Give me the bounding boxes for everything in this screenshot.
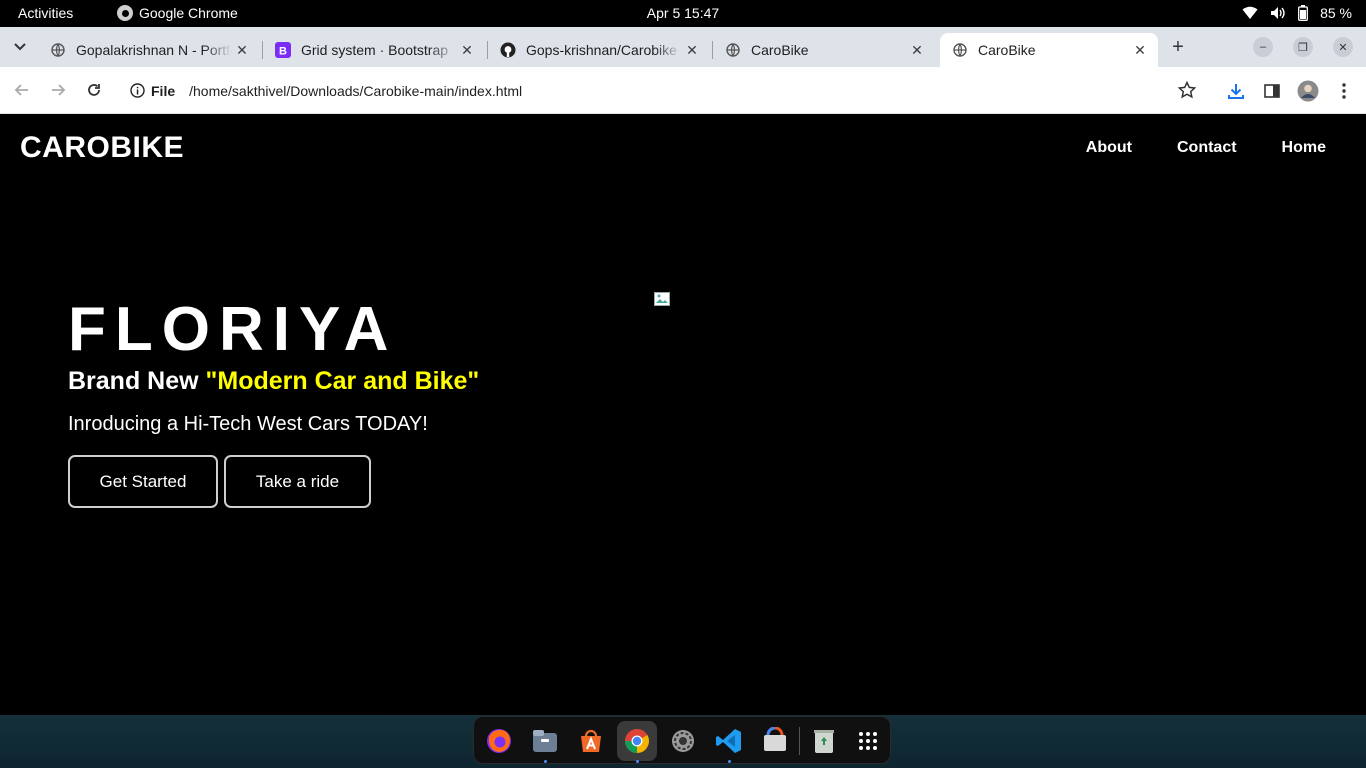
site-info-button[interactable]: File xyxy=(130,83,175,99)
arrow-left-icon xyxy=(14,84,28,96)
trash-icon xyxy=(814,730,834,753)
nav-contact[interactable]: Contact xyxy=(1177,139,1237,157)
tab-title: Grid system · Bootstrap xyxy=(301,42,449,58)
globe-icon xyxy=(952,42,968,58)
bootstrap-icon: B xyxy=(275,42,291,58)
dock-trash[interactable] xyxy=(804,721,844,761)
hero-tagline: Inroducing a Hi-Tech West Cars TODAY! xyxy=(68,413,428,435)
chrome-menu-button[interactable] xyxy=(1332,79,1356,103)
tab-title: CaroBike xyxy=(751,42,809,58)
firefox-icon xyxy=(487,729,511,753)
chevron-down-icon xyxy=(14,43,26,51)
reload-button[interactable] xyxy=(82,78,106,102)
site-logo[interactable]: CAROBIKE xyxy=(20,131,184,165)
close-icon[interactable]: ✕ xyxy=(1130,40,1150,60)
dock-chrome[interactable] xyxy=(617,721,657,763)
app-menu[interactable]: Google Chrome xyxy=(117,5,238,21)
arrow-right-icon xyxy=(52,84,66,96)
tab-title: CaroBike xyxy=(978,42,1036,58)
vscode-icon xyxy=(716,729,741,753)
close-icon[interactable]: ✕ xyxy=(457,40,477,60)
dock-settings[interactable] xyxy=(663,721,703,761)
webpage: CAROBIKE About Contact Home FLORIYA Bran… xyxy=(0,114,1366,715)
tab-strip: Gopalakrishnan N - Portfolio ✕ B Grid sy… xyxy=(0,27,1366,67)
globe-icon xyxy=(50,42,66,58)
tab-carobike-1[interactable]: CaroBike ✕ xyxy=(713,33,935,67)
dock-show-apps[interactable] xyxy=(848,721,888,761)
chrome-icon xyxy=(625,729,649,753)
running-indicator xyxy=(636,760,639,763)
forward-button[interactable] xyxy=(46,78,70,102)
close-icon[interactable]: ✕ xyxy=(907,40,927,60)
site-nav: About Contact Home xyxy=(1086,139,1326,157)
github-icon xyxy=(500,42,516,58)
system-top-bar: Activities Google Chrome Apr 5 15:47 85 … xyxy=(0,0,1366,27)
tab-title: Gops-krishnan/Carobike xyxy=(526,42,677,58)
restore-button[interactable]: ❐ xyxy=(1293,37,1313,57)
new-tab-button[interactable]: + xyxy=(1166,35,1190,59)
close-icon[interactable]: ✕ xyxy=(682,40,702,60)
url-text[interactable]: /home/sakthivel/Downloads/Carobike-main/… xyxy=(189,83,522,99)
tab-portfolio[interactable]: Gopalakrishnan N - Portfolio ✕ xyxy=(38,33,260,67)
avatar-icon xyxy=(1297,80,1319,102)
globe-icon xyxy=(725,42,741,58)
dock-software-updater[interactable] xyxy=(755,721,795,761)
activities-button[interactable]: Activities xyxy=(18,5,73,21)
side-panel-button[interactable] xyxy=(1260,79,1284,103)
software-updater-icon xyxy=(764,727,786,751)
broken-image-icon xyxy=(654,292,670,306)
battery-percent: 85 % xyxy=(1320,5,1352,21)
battery-icon xyxy=(1298,5,1309,21)
running-indicator xyxy=(728,760,731,763)
side-panel-icon xyxy=(1264,84,1280,98)
nav-about[interactable]: About xyxy=(1086,139,1132,157)
app-name: Google Chrome xyxy=(139,5,238,21)
address-bar[interactable]: File /home/sakthivel/Downloads/Carobike-… xyxy=(120,74,1210,107)
dock-vscode[interactable] xyxy=(709,721,749,763)
tab-bootstrap-grid[interactable]: B Grid system · Bootstrap ✕ xyxy=(263,33,485,67)
tab-github-repo[interactable]: Gops-krishnan/Carobike ✕ xyxy=(488,33,710,67)
close-icon[interactable]: ✕ xyxy=(232,40,252,60)
wifi-icon xyxy=(1242,6,1258,19)
bookmark-star-icon[interactable] xyxy=(1177,80,1197,104)
downloads-button[interactable] xyxy=(1224,79,1248,103)
system-tray[interactable]: 85 % xyxy=(1242,5,1352,21)
back-button[interactable] xyxy=(10,78,34,102)
dock-firefox[interactable] xyxy=(479,721,519,761)
chrome-app-icon xyxy=(117,5,133,21)
dock-app-center[interactable] xyxy=(571,721,611,761)
minimize-button[interactable]: – xyxy=(1253,37,1273,57)
close-window-button[interactable]: ✕ xyxy=(1333,37,1353,57)
dock-separator xyxy=(799,727,800,755)
hero-subtitle: Brand New "Modern Car and Bike" xyxy=(68,367,479,396)
tab-carobike-active[interactable]: CaroBike ✕ xyxy=(940,33,1158,67)
reload-icon xyxy=(88,84,100,96)
volume-icon xyxy=(1271,7,1285,19)
hero-title: FLORIYA xyxy=(68,295,398,364)
nav-home[interactable]: Home xyxy=(1282,139,1326,157)
profile-avatar[interactable] xyxy=(1296,79,1320,103)
tab-title: Gopalakrishnan N - Portfolio xyxy=(76,42,232,58)
files-icon xyxy=(533,730,557,752)
settings-icon xyxy=(672,730,694,752)
app-grid-icon xyxy=(859,732,877,750)
app-center-icon xyxy=(581,729,601,752)
more-vert-icon xyxy=(1342,83,1346,99)
scheme-label: File xyxy=(151,82,176,99)
running-indicator xyxy=(544,760,547,763)
tab-search-button[interactable] xyxy=(8,35,32,59)
download-icon xyxy=(1228,84,1244,99)
browser-toolbar: File /home/sakthivel/Downloads/Carobike-… xyxy=(0,67,1366,114)
dock xyxy=(473,716,891,764)
info-icon xyxy=(130,83,145,98)
hero-subtitle-prefix: Brand New xyxy=(68,367,206,395)
get-started-button[interactable]: Get Started xyxy=(68,455,218,508)
hero-subtitle-highlight: "Modern Car and Bike" xyxy=(205,367,480,395)
take-a-ride-button[interactable]: Take a ride xyxy=(224,455,371,508)
dock-files[interactable] xyxy=(525,721,565,763)
svg-text:B: B xyxy=(279,46,287,58)
